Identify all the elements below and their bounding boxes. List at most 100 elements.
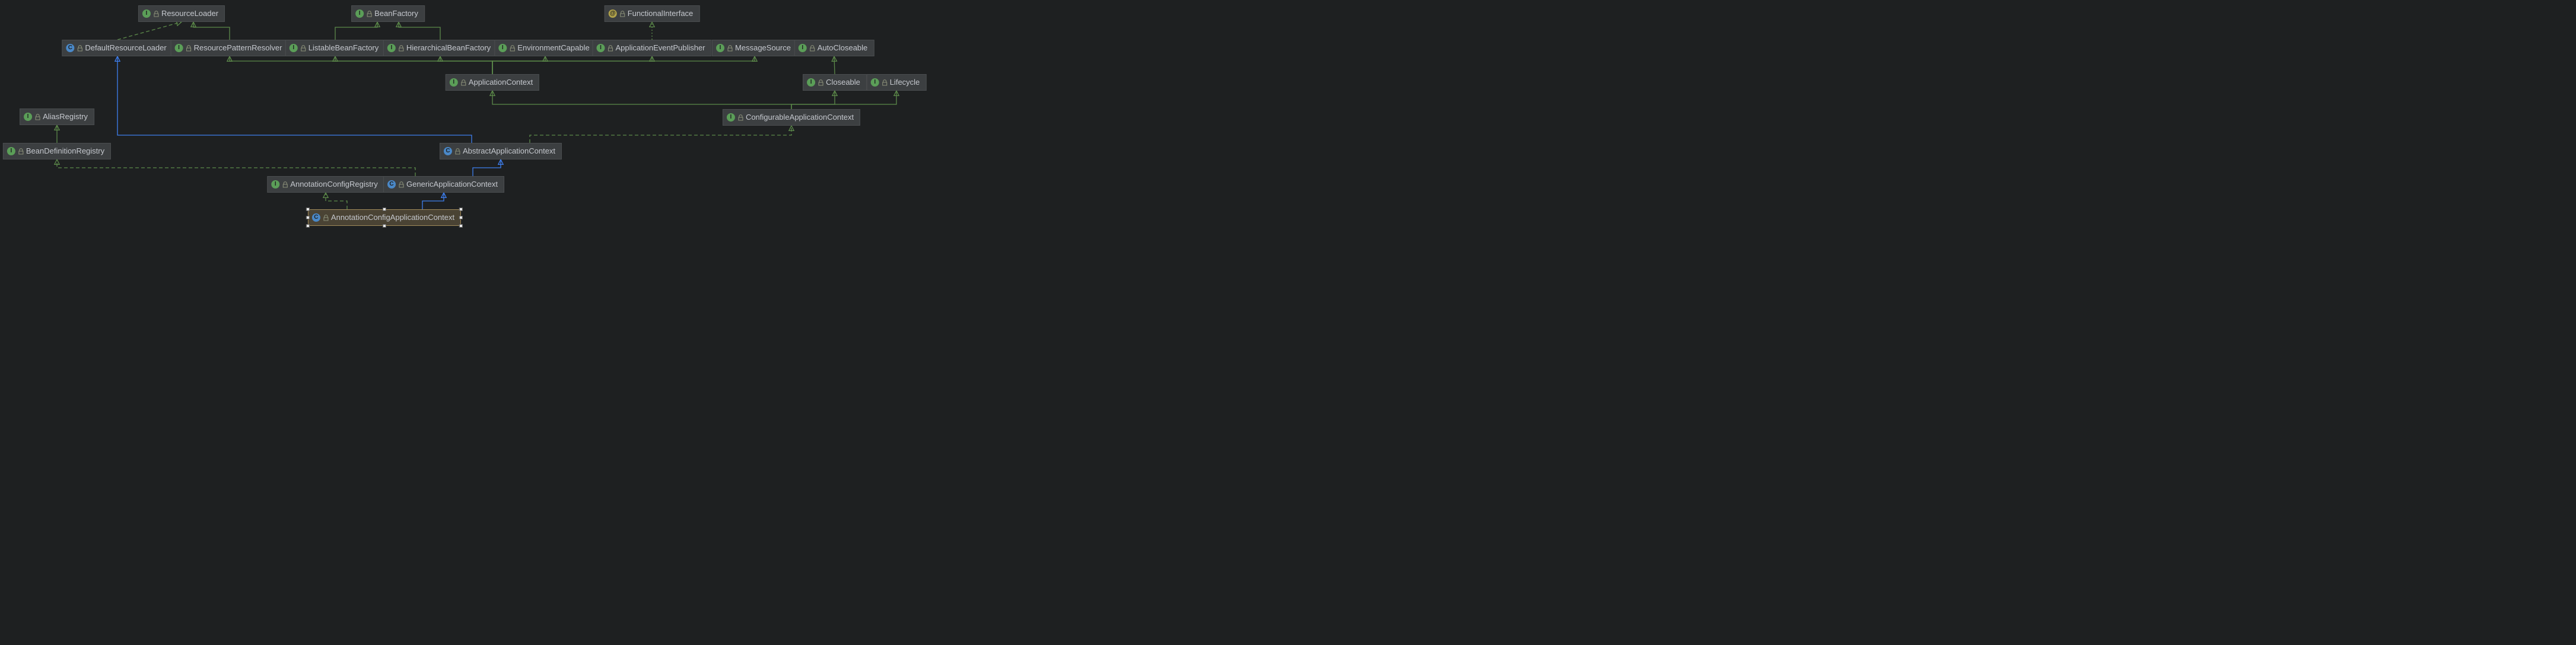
node-label: MessageSource bbox=[735, 43, 791, 53]
interface-icon: I bbox=[355, 9, 364, 18]
selection-handle[interactable] bbox=[383, 224, 386, 228]
lock-icon bbox=[77, 44, 82, 52]
lock-icon bbox=[460, 79, 466, 86]
node-label: EnvironmentCapable bbox=[517, 43, 589, 53]
node-label: Closeable bbox=[826, 77, 860, 88]
interface-icon: I bbox=[871, 78, 879, 87]
edge-DefaultResourceLoader-to-ResourceLoader bbox=[117, 22, 182, 40]
edge-ApplicationContext-to-HierarchicalBeanFactory bbox=[440, 56, 492, 74]
lock-icon bbox=[34, 113, 40, 120]
edge-GenericApplicationContext-to-AbstractApplicationContext bbox=[473, 159, 501, 176]
interface-icon: I bbox=[290, 44, 298, 52]
edge-AbstractApplicationContext-to-DefaultResourceLoader bbox=[117, 56, 472, 143]
lock-icon bbox=[727, 44, 733, 52]
lock-icon bbox=[282, 181, 288, 188]
edge-GenericApplicationContext-to-BeanDefinitionRegistry bbox=[57, 159, 415, 176]
class-icon: C bbox=[66, 44, 74, 52]
edge-ApplicationContext-to-ListableBeanFactory bbox=[335, 56, 492, 74]
node-AutoCloseable[interactable]: I AutoCloseable bbox=[794, 40, 874, 56]
node-BeanFactory[interactable]: I BeanFactory bbox=[351, 5, 425, 22]
lock-icon bbox=[18, 148, 24, 155]
node-label: AbstractApplicationContext bbox=[463, 146, 555, 157]
edge-Closeable-to-AutoCloseable bbox=[834, 56, 835, 74]
node-label: AnnotationConfigRegistry bbox=[290, 179, 377, 190]
lock-icon bbox=[323, 214, 329, 221]
node-label: HierarchicalBeanFactory bbox=[406, 43, 491, 53]
node-label: ResourceLoader bbox=[161, 8, 218, 19]
interface-icon: I bbox=[799, 44, 807, 52]
class-icon: C bbox=[387, 180, 396, 189]
node-ListableBeanFactory[interactable]: I ListableBeanFactory bbox=[285, 40, 386, 56]
node-label: Lifecycle bbox=[890, 77, 920, 88]
node-ResourcePatternResolver[interactable]: IResourcePatternResolver bbox=[171, 40, 289, 56]
selection-handle[interactable] bbox=[459, 224, 463, 228]
node-label: BeanFactory bbox=[374, 8, 418, 19]
interface-icon: I bbox=[716, 44, 724, 52]
class-icon: C bbox=[444, 147, 452, 155]
node-AnnotationConfigRegistry[interactable]: I AnnotationConfigRegistry bbox=[267, 176, 384, 193]
interface-icon: I bbox=[387, 44, 396, 52]
node-GenericApplicationContext[interactable]: C GenericApplicationContext bbox=[383, 176, 504, 193]
interface-icon: I bbox=[807, 78, 815, 87]
node-MessageSource[interactable]: I MessageSource bbox=[712, 40, 797, 56]
interface-icon: I bbox=[142, 9, 151, 18]
selection-handle[interactable] bbox=[383, 207, 386, 211]
node-label: AnnotationConfigApplicationContext bbox=[331, 212, 454, 223]
lock-icon bbox=[398, 44, 404, 52]
node-label: ApplicationContext bbox=[469, 77, 533, 88]
interface-icon: I bbox=[498, 44, 507, 52]
node-BeanDefinitionRegistry[interactable]: I BeanDefinitionRegistry bbox=[3, 143, 111, 159]
lock-icon bbox=[454, 148, 460, 155]
interface-icon: I bbox=[271, 180, 279, 189]
edge-ApplicationContext-to-ApplicationEventPublisher bbox=[492, 56, 652, 74]
node-AbstractApplicationContext[interactable]: C AbstractApplicationContext bbox=[440, 143, 562, 159]
lock-icon bbox=[818, 79, 823, 86]
edge-AnnotationConfigApplicationContext-to-AnnotationConfigRegistry bbox=[326, 193, 347, 209]
interface-icon: I bbox=[7, 147, 15, 155]
node-ApplicationContext[interactable]: IApplicationContext bbox=[446, 74, 539, 91]
edge-ApplicationContext-to-ResourcePatternResolver bbox=[230, 56, 492, 74]
selection-handle[interactable] bbox=[306, 224, 310, 228]
node-label: ListableBeanFactory bbox=[309, 43, 379, 53]
lock-icon bbox=[809, 44, 815, 52]
lock-icon bbox=[882, 79, 888, 86]
edge-AbstractApplicationContext-to-ConfigurableApplicationContext bbox=[530, 126, 791, 143]
selection-handle[interactable] bbox=[459, 216, 463, 219]
lock-icon bbox=[509, 44, 515, 52]
selection-handle[interactable] bbox=[459, 207, 463, 211]
node-label: DefaultResourceLoader bbox=[85, 43, 166, 53]
node-AnnotationConfigApplicationContext[interactable]: C AnnotationConfigApplicationContext bbox=[308, 209, 461, 226]
node-label: AutoCloseable bbox=[818, 43, 868, 53]
interface-icon: I bbox=[24, 113, 32, 121]
node-HierarchicalBeanFactory[interactable]: I HierarchicalBeanFactory bbox=[383, 40, 497, 56]
node-EnvironmentCapable[interactable]: I EnvironmentCapable bbox=[494, 40, 596, 56]
class-hierarchy-diagram[interactable]: I ResourceLoader I BeanFactory @FunctionalIn… bbox=[0, 0, 929, 233]
node-ResourceLoader[interactable]: I ResourceLoader bbox=[138, 5, 225, 22]
edge-HierarchicalBeanFactory-to-BeanFactory bbox=[399, 22, 440, 40]
edge-ApplicationContext-to-EnvironmentCapable bbox=[492, 56, 545, 74]
edge-ConfigurableApplicationContext-to-Lifecycle bbox=[791, 91, 896, 109]
interface-icon: I bbox=[727, 113, 735, 122]
node-label: FunctionalInterface bbox=[628, 8, 694, 19]
lock-icon bbox=[153, 10, 159, 17]
edge-ConfigurableApplicationContext-to-Closeable bbox=[791, 91, 835, 109]
node-ConfigurableApplicationContext[interactable]: IConfigurableApplicationContext bbox=[723, 109, 860, 126]
node-Lifecycle[interactable]: I Lifecycle bbox=[867, 74, 927, 91]
node-DefaultResourceLoader[interactable]: C DefaultResourceLoader bbox=[62, 40, 173, 56]
selection-handle[interactable] bbox=[306, 207, 310, 211]
edge-ApplicationContext-to-MessageSource bbox=[492, 56, 755, 74]
node-Closeable[interactable]: I Closeable bbox=[803, 74, 867, 91]
node-FunctionalInterface[interactable]: @FunctionalInterface bbox=[605, 5, 700, 22]
node-label: AliasRegistry bbox=[43, 111, 88, 122]
node-label: GenericApplicationContext bbox=[406, 179, 498, 190]
node-label: BeanDefinitionRegistry bbox=[26, 146, 104, 157]
class-icon: C bbox=[312, 213, 320, 222]
edge-AnnotationConfigApplicationContext-to-GenericApplicationContext bbox=[422, 193, 444, 209]
selection-handle[interactable] bbox=[306, 216, 310, 219]
node-AliasRegistry[interactable]: I AliasRegistry bbox=[20, 108, 94, 125]
lock-icon bbox=[619, 10, 625, 17]
edge-ConfigurableApplicationContext-to-ApplicationContext bbox=[492, 91, 791, 109]
interface-icon: I bbox=[175, 44, 183, 52]
lock-icon bbox=[366, 10, 372, 17]
node-ApplicationEventPublisher[interactable]: IApplicationEventPublisher bbox=[592, 40, 711, 56]
